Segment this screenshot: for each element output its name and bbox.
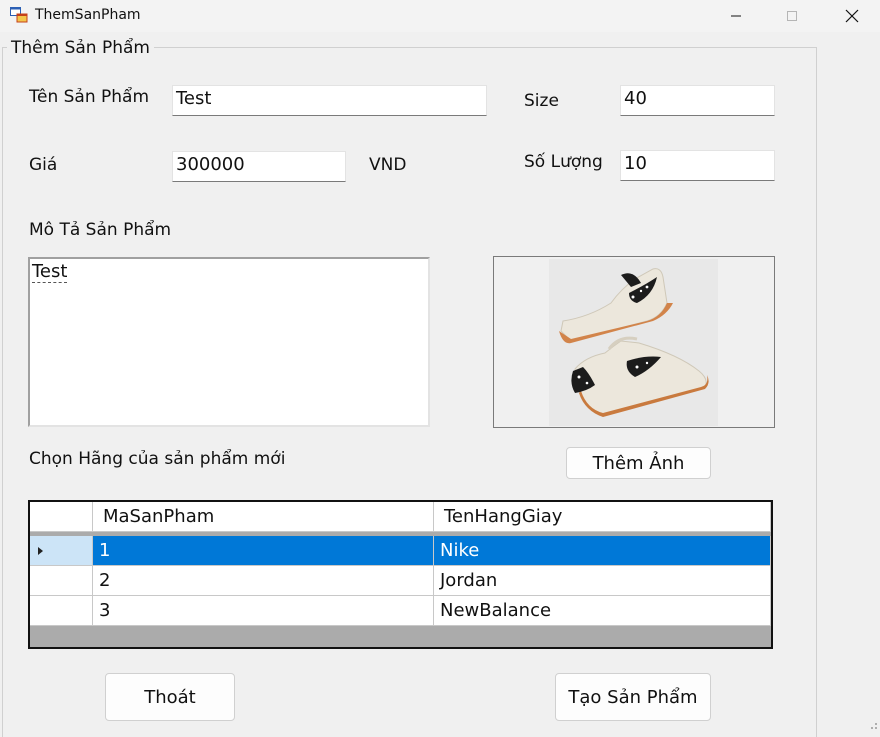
window-side-area bbox=[818, 32, 880, 732]
app-window-icon bbox=[10, 7, 28, 23]
row-header[interactable] bbox=[30, 596, 93, 626]
description-textarea[interactable]: Test bbox=[28, 257, 430, 427]
product-image bbox=[549, 259, 718, 426]
minimize-button[interactable] bbox=[708, 0, 764, 32]
quantity-input[interactable]: 10 bbox=[620, 150, 775, 181]
product-name-input[interactable]: Test bbox=[172, 85, 487, 116]
sneakers-image bbox=[559, 268, 709, 417]
create-product-button[interactable]: Tạo Sản Phẩm bbox=[555, 673, 711, 721]
table-row[interactable]: 1 Nike bbox=[30, 536, 771, 566]
product-name-label: Tên Sản Phẩm bbox=[29, 87, 150, 107]
row-header[interactable] bbox=[30, 566, 93, 596]
size-label: Size bbox=[524, 91, 559, 111]
brand-select-label: Chọn Hãng của sản phẩm mới bbox=[29, 449, 286, 469]
add-image-button[interactable]: Thêm Ảnh bbox=[566, 447, 711, 479]
row-header[interactable] bbox=[30, 536, 93, 566]
close-button[interactable] bbox=[824, 0, 880, 32]
row-pointer-icon bbox=[38, 547, 43, 555]
description-text: Test bbox=[32, 261, 68, 283]
product-image-box bbox=[493, 256, 775, 428]
price-input[interactable]: 300000 bbox=[172, 151, 346, 182]
window-title: ThemSanPham bbox=[35, 7, 141, 23]
exit-button[interactable]: Thoát bbox=[105, 673, 235, 721]
currency-label: VND bbox=[369, 155, 407, 175]
brand-grid[interactable]: MaSanPham TenHangGiay 1 Nike 2 Jordan 3 … bbox=[28, 500, 773, 649]
column-header-ma-san-pham[interactable]: MaSanPham bbox=[93, 502, 434, 532]
maximize-button[interactable] bbox=[764, 0, 820, 32]
resize-grip-icon[interactable] bbox=[868, 720, 878, 730]
maximize-icon bbox=[787, 11, 797, 21]
grid-cell-id[interactable]: 1 bbox=[93, 536, 434, 566]
grid-cell-id[interactable]: 3 bbox=[93, 596, 434, 626]
quantity-label: Số Lượng bbox=[524, 152, 603, 172]
table-row[interactable]: 3 NewBalance bbox=[30, 596, 771, 626]
grid-cell-id[interactable]: 2 bbox=[93, 566, 434, 596]
price-label: Giá bbox=[29, 155, 58, 175]
grid-corner-header[interactable] bbox=[30, 502, 93, 532]
grid-cell-name[interactable]: NewBalance bbox=[434, 596, 771, 626]
grid-cell-name[interactable]: Jordan bbox=[434, 566, 771, 596]
minimize-icon bbox=[731, 15, 741, 17]
table-row[interactable]: 2 Jordan bbox=[30, 566, 771, 596]
size-input[interactable]: 40 bbox=[620, 85, 775, 116]
groupbox-title: Thêm Sản Phẩm bbox=[7, 38, 154, 58]
column-header-ten-hang-giay[interactable]: TenHangGiay bbox=[434, 502, 771, 532]
title-bar: ThemSanPham bbox=[0, 0, 880, 32]
close-icon bbox=[845, 9, 859, 23]
grid-cell-name[interactable]: Nike bbox=[434, 536, 771, 566]
description-label: Mô Tả Sản Phẩm bbox=[29, 220, 172, 240]
grid-header-row: MaSanPham TenHangGiay bbox=[30, 502, 771, 532]
